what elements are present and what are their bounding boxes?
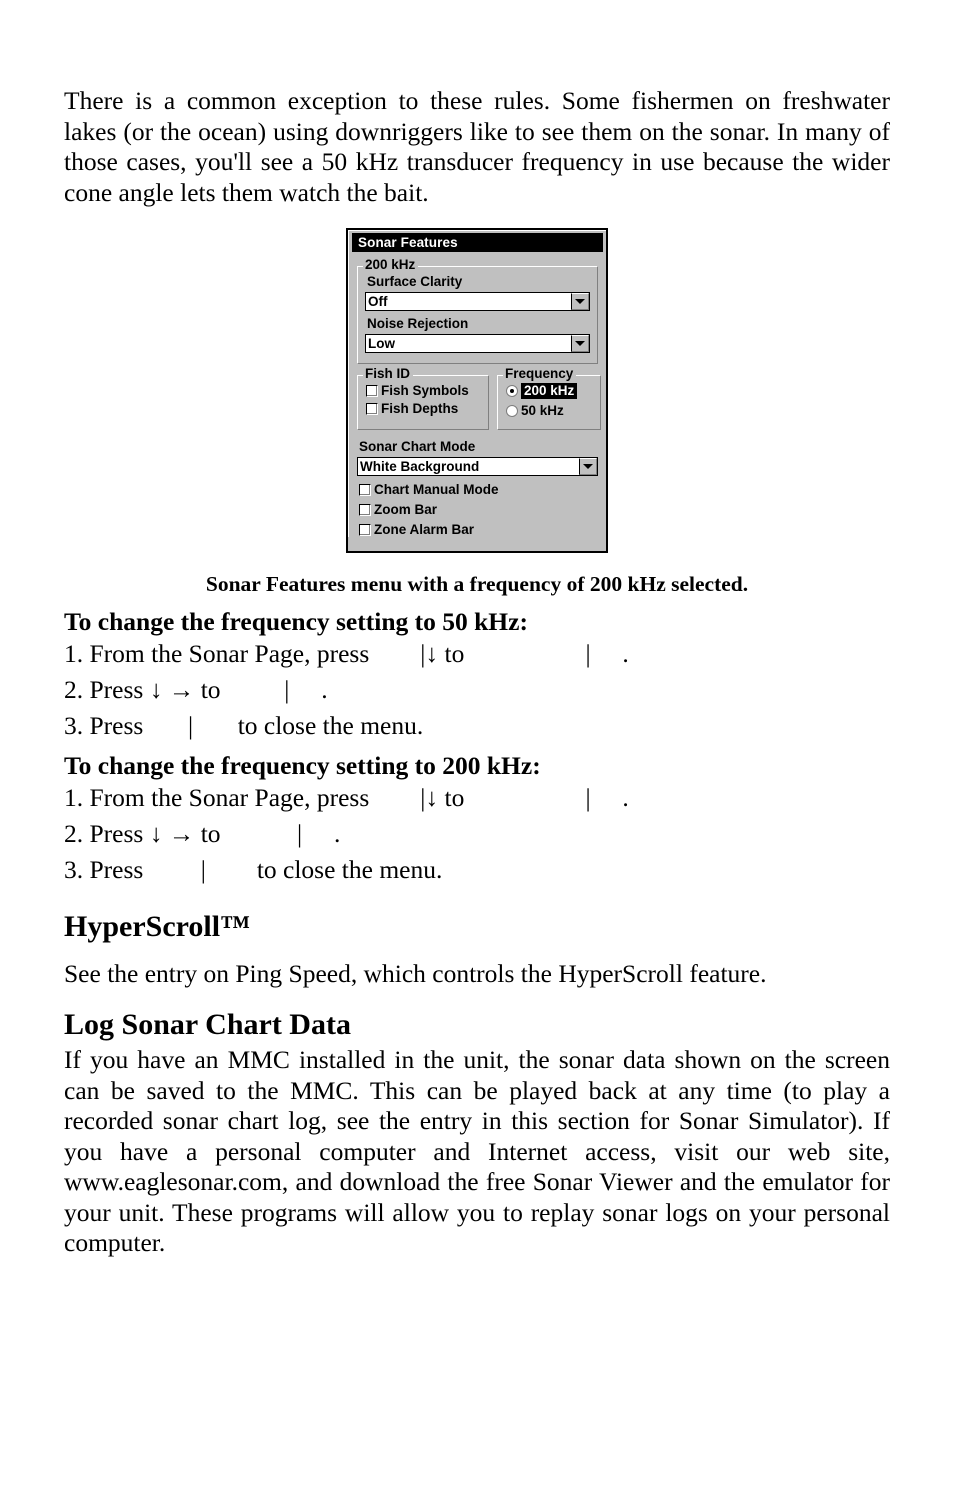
surface-clarity-label: Surface Clarity	[367, 274, 463, 289]
checkbox-fish-depths-label: Fish Depths	[381, 401, 459, 416]
dialog-title: Sonar Features	[358, 235, 458, 250]
procedure-step: 1. From the Sonar Page, press |↓ to | .	[64, 639, 629, 668]
noise-rejection-label: Noise Rejection	[367, 316, 469, 331]
checkbox-zoom-bar-label: Zoom Bar	[374, 502, 438, 517]
figure-sonar-features: Sonar Features 200 kHz Surface Clarity O…	[64, 228, 890, 553]
sonar-chart-mode-dropdown[interactable]: White Background	[357, 457, 598, 476]
checkbox-fish-symbols[interactable]: Fish Symbols	[366, 383, 481, 398]
dialog-title-bar: Sonar Features	[352, 233, 603, 252]
checkbox-unchecked-icon[interactable]	[359, 483, 371, 496]
document-page: There is a common exception to these rul…	[64, 0, 890, 1487]
fishid-frequency-row: Fish ID Fish Symbols Fish Depths Frequen…	[357, 367, 601, 430]
intro-paragraph: There is a common exception to these rul…	[64, 86, 890, 207]
section-body-hyperscroll: See the entry on Ping Speed, which contr…	[64, 959, 767, 988]
section-body-log-sonar-chart-data: If you have an MMC installed in the unit…	[64, 1045, 890, 1257]
radio-50khz[interactable]: 50 kHz	[506, 403, 593, 418]
checkbox-fish-symbols-label: Fish Symbols	[381, 383, 469, 398]
procedure-step: 1. From the Sonar Page, press |↓ to | .	[64, 783, 629, 812]
sonar-chart-mode-field: Sonar Chart Mode White Background	[357, 439, 598, 476]
group-fish-id: Fish ID Fish Symbols Fish Depths	[357, 367, 489, 430]
radio-selected-icon[interactable]	[506, 385, 518, 397]
checkbox-fish-depths[interactable]: Fish Depths	[366, 401, 481, 416]
section-heading-hyperscroll: HyperScroll™	[64, 910, 251, 943]
checkbox-unchecked-icon[interactable]	[366, 402, 378, 415]
figure-caption: Sonar Features menu with a frequency of …	[205, 572, 749, 596]
checkbox-unchecked-icon[interactable]	[366, 384, 378, 397]
sonar-chart-mode-label: Sonar Chart Mode	[359, 439, 476, 454]
radio-50khz-label: 50 kHz	[521, 403, 564, 418]
radio-200khz[interactable]: 200 kHz	[506, 383, 593, 399]
noise-rejection-dropdown[interactable]: Low	[365, 334, 590, 353]
chevron-down-icon[interactable]	[571, 293, 589, 310]
procedure-step: 3. Press | to close the menu.	[64, 711, 424, 740]
checkbox-unchecked-icon[interactable]	[359, 523, 371, 536]
procedure-step: 3. Press | to close the menu.	[64, 855, 443, 884]
surface-clarity-value: Off	[368, 294, 388, 309]
surface-clarity-dropdown[interactable]: Off	[365, 292, 590, 311]
radio-200khz-label: 200 kHz	[521, 383, 578, 399]
procedure-step: 2. Press ↓ → to | .	[64, 819, 341, 848]
procedure-heading-50khz: To change the frequency setting to 50 kH…	[64, 607, 528, 636]
noise-rejection-value: Low	[368, 336, 395, 351]
radio-unselected-icon[interactable]	[506, 404, 518, 417]
group-frequency-label: Frequency	[503, 367, 577, 381]
checkbox-chart-manual-mode-label: Chart Manual Mode	[374, 482, 499, 497]
procedure-heading-200khz: To change the frequency setting to 200 k…	[64, 751, 541, 780]
bottom-checkbox-list: Chart Manual Mode Zoom Bar Zone Alarm Ba…	[357, 482, 598, 537]
checkbox-zone-alarm-bar[interactable]: Zone Alarm Bar	[359, 522, 598, 537]
group-200khz-label: 200 kHz	[363, 258, 419, 272]
group-frequency: Frequency 200 kHz 50 kHz	[497, 367, 601, 430]
sonar-features-dialog: Sonar Features 200 kHz Surface Clarity O…	[346, 228, 608, 553]
checkbox-zone-alarm-bar-label: Zone Alarm Bar	[374, 522, 475, 537]
sonar-chart-mode-value: White Background	[360, 459, 480, 474]
group-fish-id-label: Fish ID	[363, 367, 414, 381]
group-200khz: 200 kHz Surface Clarity Off Noise Reject…	[357, 258, 598, 364]
chevron-down-icon[interactable]	[579, 458, 597, 475]
section-heading-log-sonar-chart-data: Log Sonar Chart Data	[64, 1008, 351, 1041]
procedure-step: 2. Press ↓ → to | .	[64, 675, 328, 704]
chevron-down-icon[interactable]	[571, 335, 589, 352]
checkbox-zoom-bar[interactable]: Zoom Bar	[359, 502, 598, 517]
checkbox-chart-manual-mode[interactable]: Chart Manual Mode	[359, 482, 598, 497]
checkbox-unchecked-icon[interactable]	[359, 503, 371, 516]
